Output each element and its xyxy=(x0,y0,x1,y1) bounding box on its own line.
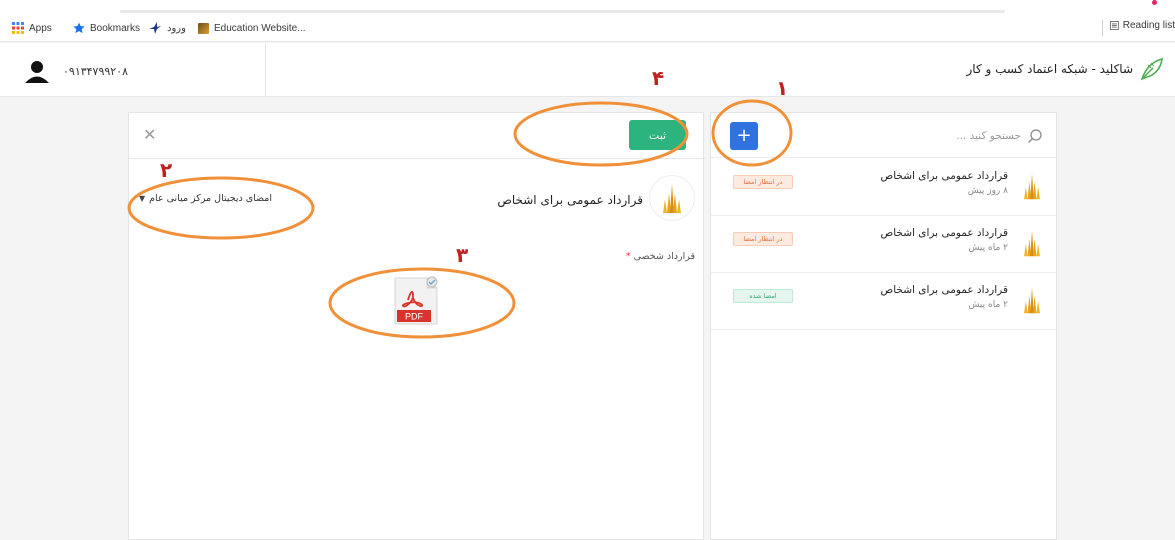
bookmarks-bar: Apps Bookmarks ورود Education Website...… xyxy=(0,0,1175,42)
address-bar-edge xyxy=(120,10,1005,13)
contract-title: قرارداد عمومی برای اشخاص xyxy=(880,284,1008,296)
header-separator xyxy=(265,43,266,97)
contract-title: قرارداد عمومی برای اشخاص xyxy=(497,193,643,207)
app-header: ۰۹۱۳۴۷۹۹۲۰۸ شاکلید - شبکه اعتماد کسب و ک… xyxy=(0,43,1175,97)
company-logo-icon xyxy=(1024,173,1040,200)
status-badge: در انتظار امضا xyxy=(733,175,793,189)
sign-method-value: امضای دیجیتال مرکز میانی عام xyxy=(149,193,273,204)
bookmark-label: Bookmarks xyxy=(90,22,141,34)
contracts-list-panel: + قرارداد عمومی برای اشخاص ۸ روز پیش در … xyxy=(710,112,1057,540)
contract-time: ۲ ماه پیش xyxy=(968,243,1008,253)
bookmark-label: Apps xyxy=(29,22,52,34)
status-badge: امضا شده xyxy=(733,289,793,303)
status-badge: در انتظار امضا xyxy=(733,232,793,246)
company-logo-icon xyxy=(1024,230,1040,257)
annotation-number: ۴ xyxy=(652,66,665,90)
field-label: قرارداد شخصی * xyxy=(626,251,695,262)
bookmark-apps[interactable]: Apps xyxy=(12,20,52,36)
required-mark: * xyxy=(625,251,631,262)
bookmark-education[interactable]: Education Website... xyxy=(198,20,306,36)
site-favicon-icon xyxy=(198,22,209,34)
submit-button[interactable]: ثبت xyxy=(629,120,686,150)
contract-logo xyxy=(649,175,695,221)
brand-title: شاکلید - شبکه اعتماد کسب و کار xyxy=(966,62,1133,76)
search-icon[interactable] xyxy=(1027,128,1043,144)
reading-list-icon xyxy=(1110,21,1119,30)
contract-list-item[interactable]: قرارداد عمومی برای اشخاص ۸ روز پیش در ان… xyxy=(711,159,1056,216)
annotation-number: ۲ xyxy=(160,158,173,182)
user-phone: ۰۹۱۳۴۷۹۹۲۰۸ xyxy=(63,66,128,78)
annotation-number: ۱ xyxy=(776,76,789,100)
company-logo-icon xyxy=(663,184,681,213)
field-label-text: قرارداد شخصی xyxy=(633,251,695,262)
contract-list-item[interactable]: قرارداد عمومی برای اشخاص ۲ ماه پیش در ان… xyxy=(711,216,1056,273)
sign-method-select[interactable]: ▼ امضای دیجیتال مرکز میانی عام xyxy=(139,193,272,204)
search-bar: + xyxy=(711,113,1056,158)
bookmark-bookmarks[interactable]: Bookmarks xyxy=(73,20,140,36)
pdf-file-icon[interactable]: PDF xyxy=(393,276,439,326)
bookmarks-divider xyxy=(1102,20,1103,36)
bookmark-label: ورود xyxy=(167,22,186,34)
reading-list-label: Reading list xyxy=(1122,20,1175,31)
add-contract-button[interactable]: + xyxy=(730,122,758,150)
user-avatar-icon[interactable] xyxy=(22,56,52,86)
contract-title: قرارداد عمومی برای اشخاص xyxy=(880,170,1008,182)
caret-down-icon: ▼ xyxy=(139,194,146,203)
star-icon xyxy=(73,22,85,34)
contract-editor-panel: ✕ ثبت ▼ امضای دیجیتال مرکز میانی عام قرا… xyxy=(128,112,705,540)
pdf-badge-text: PDF xyxy=(405,312,424,322)
brand[interactable]: شاکلید - شبکه اعتماد کسب و کار xyxy=(967,56,1165,82)
close-icon[interactable]: ✕ xyxy=(143,127,156,143)
profile-indicator xyxy=(1152,0,1157,5)
apps-grid-icon xyxy=(12,22,24,34)
search-input[interactable] xyxy=(771,124,1021,148)
panel-divider xyxy=(129,158,705,159)
bird-icon xyxy=(149,22,161,34)
reading-list-button[interactable]: Reading list xyxy=(1110,20,1175,31)
contract-time: ۸ روز پیش xyxy=(967,186,1008,196)
contract-time: ۲ ماه پیش xyxy=(968,300,1008,310)
company-logo-icon xyxy=(1024,287,1040,314)
contract-title: قرارداد عمومی برای اشخاص xyxy=(880,227,1008,239)
bookmark-login[interactable]: ورود xyxy=(148,20,186,36)
contract-list-item[interactable]: قرارداد عمومی برای اشخاص ۲ ماه پیش امضا … xyxy=(711,273,1056,330)
bookmark-label: Education Website... xyxy=(214,22,306,34)
annotation-number: ۳ xyxy=(456,243,469,267)
feather-logo-icon xyxy=(1140,57,1163,81)
